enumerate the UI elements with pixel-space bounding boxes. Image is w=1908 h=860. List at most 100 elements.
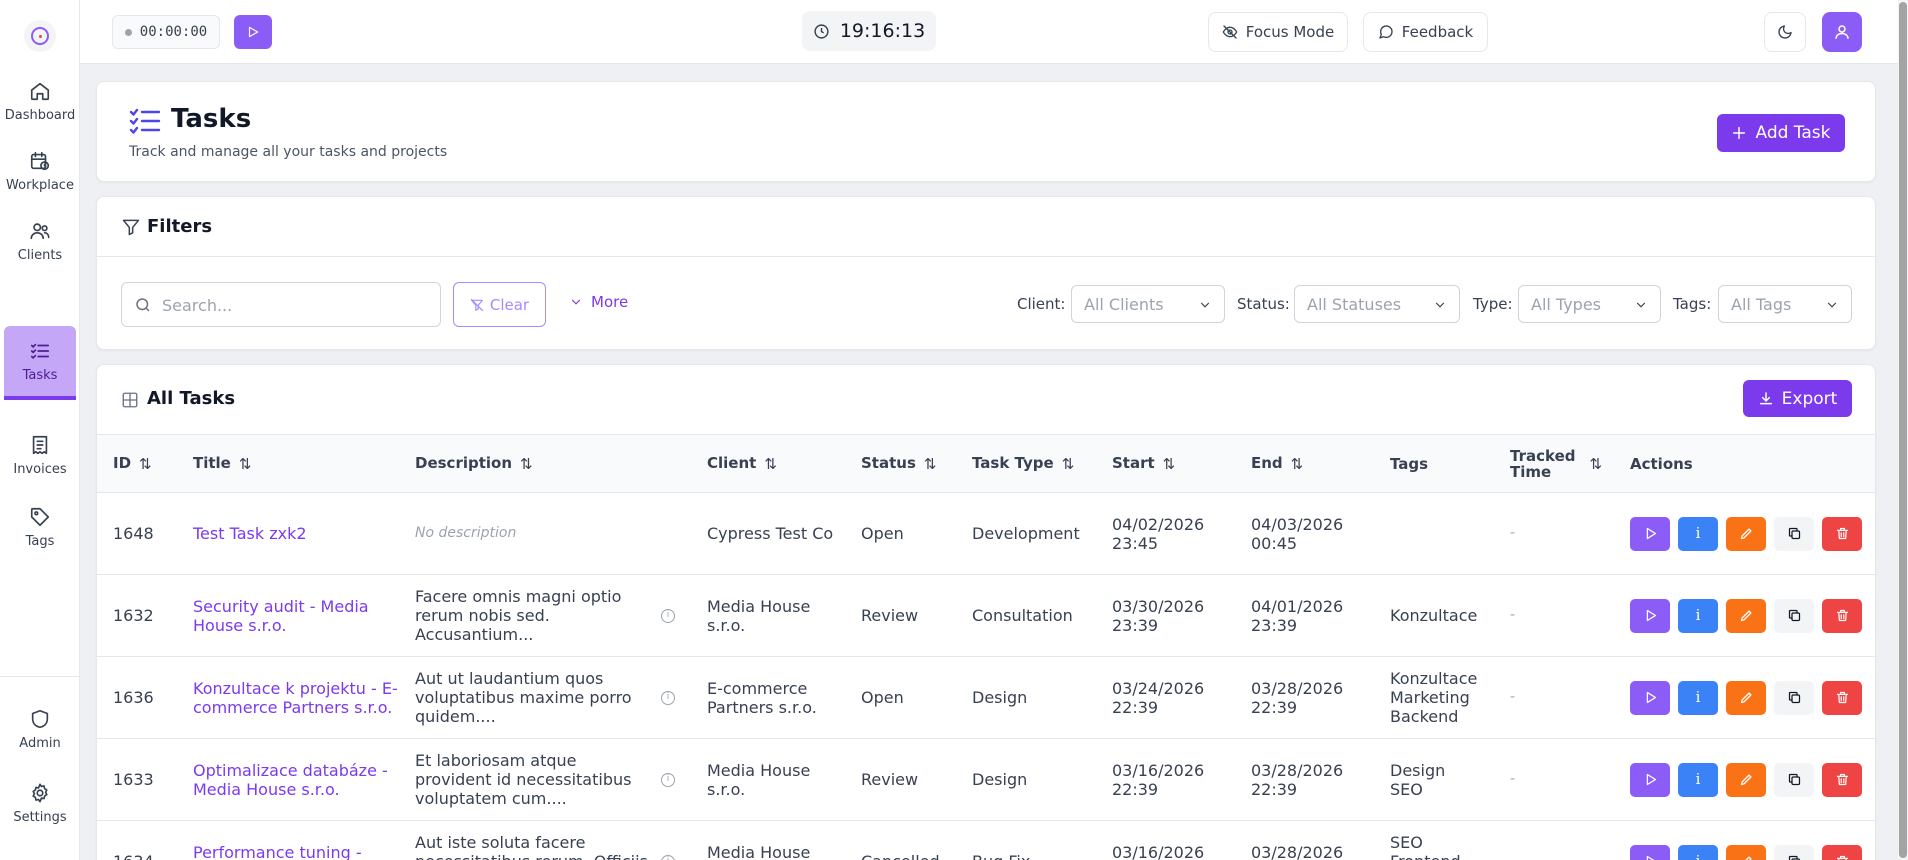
app-logo-icon[interactable] [24,20,56,52]
sidebar-item-workplace[interactable]: Workplace [4,134,76,208]
task-info-button[interactable]: i [1678,516,1718,551]
column-start[interactable]: Start ⇅ [1096,434,1235,493]
column-title[interactable]: Title ⇅ [177,434,399,493]
task-info-button[interactable]: i [1678,680,1718,715]
start-timer-button[interactable] [234,15,272,49]
sort-icon: ⇅ [1589,454,1603,473]
sort-icon: ⇅ [139,454,152,473]
info-icon[interactable]: i [661,854,675,860]
duplicate-task-button[interactable] [1774,762,1814,797]
task-title-link[interactable]: Performance tuning - Media House s.r.o. [177,820,399,860]
tags-filter-value: All Tags [1731,294,1792,314]
task-type: Design [956,656,1096,739]
client-filter-select[interactable]: All Clients [1071,285,1225,323]
task-actions: i [1614,820,1875,860]
feedback-button[interactable]: Feedback [1363,12,1488,52]
task-client: Media House s.r.o. [691,820,845,860]
duplicate-task-button[interactable] [1774,516,1814,551]
tags-filter-select[interactable]: All Tags [1718,285,1852,323]
column-client[interactable]: Client ⇅ [691,434,845,493]
edit-task-button[interactable] [1726,516,1766,551]
column-end[interactable]: End ⇅ [1235,434,1374,493]
delete-task-button[interactable] [1822,516,1862,551]
task-info-button[interactable]: i [1678,844,1718,860]
column-task-type[interactable]: Task Type ⇅ [956,434,1096,493]
list-check-icon [30,343,50,359]
info-icon: i [1696,852,1701,860]
task-type: Development [956,492,1096,575]
info-icon[interactable]: i [661,690,675,705]
delete-task-button[interactable] [1822,598,1862,633]
clear-filters-button[interactable]: Clear [453,282,546,327]
task-title-link[interactable]: Security audit - Media House s.r.o. [177,574,399,657]
sidebar-item-admin[interactable]: Admin [4,692,76,766]
sidebar-item-dashboard[interactable]: Dashboard [4,64,76,138]
sidebar-item-tasks[interactable]: Tasks [4,326,76,400]
edit-task-button[interactable] [1726,762,1766,797]
play-icon [1643,690,1658,705]
edit-task-button[interactable] [1726,598,1766,633]
column-status[interactable]: Status ⇅ [845,434,956,493]
task-title-link[interactable]: Optimalizace databáze - Media House s.r.… [177,738,399,821]
delete-task-button[interactable] [1822,762,1862,797]
start-task-button[interactable] [1630,598,1670,633]
sidebar-item-tags[interactable]: Tags [4,490,76,564]
sidebar-item-clients[interactable]: Clients [4,204,76,278]
delete-task-button[interactable] [1822,844,1862,860]
sidebar: Dashboard Workplace Clients Tasks Invoic… [0,0,80,860]
timer-value: 00:00:00 [139,24,208,40]
task-type: Design [956,738,1096,821]
eye-off-icon [1222,25,1238,39]
task-title-link[interactable]: Test Task zxk2 [177,492,399,575]
column-tracked-time[interactable]: Tracked Time ⇅ [1494,434,1614,493]
task-client: Media House s.r.o. [691,738,845,821]
duplicate-task-button[interactable] [1774,680,1814,715]
trash-icon [1835,608,1850,623]
search-input[interactable] [162,293,432,317]
user-avatar-button[interactable] [1822,12,1862,52]
add-task-button[interactable]: Add Task [1717,114,1845,152]
task-tracked-time: - [1494,820,1614,860]
task-title-link[interactable]: Konzultace k projektu - E-commerce Partn… [177,656,399,739]
table-row: 1634 Performance tuning - Media House s.… [97,820,1875,860]
duplicate-task-button[interactable] [1774,598,1814,633]
task-description: Facere omnis magni optio rerum nobis sed… [399,574,691,657]
duplicate-task-button[interactable] [1774,844,1814,860]
more-filters-button[interactable]: More [569,293,628,311]
chevron-down-icon [1636,302,1646,308]
task-info-button[interactable]: i [1678,762,1718,797]
feedback-label: Feedback [1401,23,1474,41]
more-label: More [591,293,629,311]
edit-task-button[interactable] [1726,844,1766,860]
column-label: Title [193,454,231,473]
trash-icon [1835,772,1850,787]
start-task-button[interactable] [1630,762,1670,797]
sidebar-item-settings[interactable]: Settings [4,766,76,840]
delete-task-button[interactable] [1822,680,1862,715]
type-filter-select[interactable]: All Types [1518,285,1661,323]
column-tags: Tags [1374,434,1494,493]
status-filter-select[interactable]: All Statuses [1294,285,1460,323]
export-button[interactable]: Export [1743,380,1852,417]
column-id[interactable]: ID ⇅ [97,434,177,493]
info-icon[interactable]: i [661,608,675,623]
trash-icon [1835,854,1850,860]
scrollbar-thumb[interactable] [1899,2,1907,858]
theme-toggle-button[interactable] [1764,12,1806,52]
task-id: 1648 [97,492,177,575]
task-info-button[interactable]: i [1678,598,1718,633]
play-icon [248,26,259,38]
edit-task-button[interactable] [1726,680,1766,715]
info-icon[interactable]: i [661,772,675,787]
column-description[interactable]: Description ⇅ [399,434,691,493]
table-header-bar: All Tasks Export [97,365,1875,435]
task-status: Review [845,738,956,821]
sidebar-item-invoices[interactable]: Invoices [4,418,76,492]
add-task-label: Add Task [1755,123,1831,143]
focus-mode-button[interactable]: Focus Mode [1208,12,1348,52]
start-task-button[interactable] [1630,680,1670,715]
start-task-button[interactable] [1630,844,1670,860]
task-start: 04/02/2026 23:45 [1096,492,1235,575]
task-status: Review [845,574,956,657]
start-task-button[interactable] [1630,516,1670,551]
